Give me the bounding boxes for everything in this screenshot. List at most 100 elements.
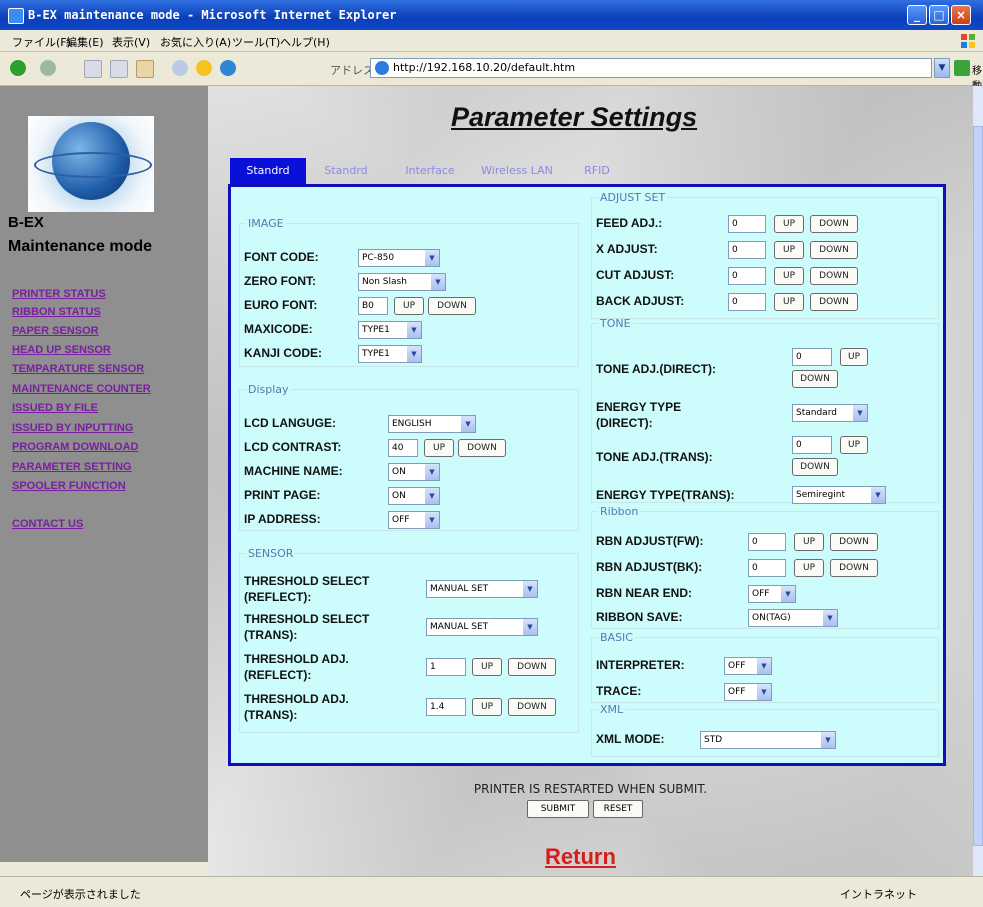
ip-address-select[interactable]: OFF ▼ (388, 511, 440, 529)
lcd-contrast-up-button[interactable]: UP (424, 439, 454, 457)
rbn-adjust-bk-up-button[interactable]: UP (794, 559, 824, 577)
go-arrow-icon[interactable] (954, 60, 970, 76)
lcd-contrast-down-button[interactable]: DOWN (458, 439, 506, 457)
stop-icon[interactable] (84, 60, 102, 78)
cut-adjust-down-button[interactable]: DOWN (810, 267, 858, 285)
back-icon[interactable] (10, 60, 26, 76)
menu-file[interactable]: ファイル(F) (12, 34, 71, 50)
address-input[interactable]: http://192.168.10.20/default.htm (370, 58, 932, 78)
cut-adjust-up-button[interactable]: UP (774, 267, 804, 285)
address-dropdown-icon[interactable]: ▼ (934, 58, 950, 78)
submit-button[interactable]: SUBMIT (527, 800, 589, 818)
threshold-trans-up-button[interactable]: UP (472, 698, 502, 716)
tone-direct-input[interactable]: 0 (792, 348, 832, 366)
close-button[interactable]: × (951, 5, 971, 25)
maximize-button[interactable]: □ (929, 5, 949, 25)
energy-type-direct-select[interactable]: Standard ▼ (792, 404, 868, 422)
feed-adj-input[interactable]: 0 (728, 215, 766, 233)
rbn-adjust-bk-input[interactable]: 0 (748, 559, 786, 577)
tab-wireless-lan[interactable]: Wireless LAN (474, 158, 560, 184)
x-adjust-input[interactable]: 0 (728, 241, 766, 259)
threshold-select-trans[interactable]: MANUAL SET ▼ (426, 618, 538, 636)
rbn-adjust-fw-up-button[interactable]: UP (794, 533, 824, 551)
threshold-reflect-up-button[interactable]: UP (472, 658, 502, 676)
tab-standrd-1[interactable]: Standrd (230, 158, 306, 184)
nav-head-up-sensor[interactable]: HEAD UP SENSOR (12, 344, 111, 356)
ribbon-save-select[interactable]: ON(TAG) ▼ (748, 609, 838, 627)
nav-maintenance-counter[interactable]: MAINTENANCE COUNTER (12, 383, 151, 395)
nav-parameter-setting[interactable]: PARAMETER SETTING (12, 461, 132, 473)
rbn-near-end-select[interactable]: OFF ▼ (748, 585, 796, 603)
media-icon[interactable] (220, 60, 236, 76)
xml-mode-select[interactable]: STD ▼ (700, 731, 836, 749)
maxicode-select[interactable]: TYPE1 ▼ (358, 321, 422, 339)
forward-icon[interactable] (40, 60, 56, 76)
refresh-icon[interactable] (110, 60, 128, 78)
tab-standrd-2[interactable]: Standrd (310, 158, 382, 184)
menu-help[interactable]: ヘルプ(H) (280, 34, 330, 50)
interpreter-select[interactable]: OFF ▼ (724, 657, 772, 675)
tab-rfid[interactable]: RFID (564, 158, 630, 184)
minimize-button[interactable]: _ (907, 5, 927, 25)
nav-paper-sensor[interactable]: PAPER SENSOR (12, 325, 99, 337)
menu-favorites[interactable]: お気に入り(A) (160, 34, 231, 50)
reset-button[interactable]: RESET (593, 800, 643, 818)
nav-contact-us[interactable]: CONTACT US (12, 518, 83, 530)
lcd-contrast-input[interactable]: 40 (388, 439, 418, 457)
threshold-select-reflect[interactable]: MANUAL SET ▼ (426, 580, 538, 598)
machine-name-select[interactable]: ON ▼ (388, 463, 440, 481)
rbn-adjust-fw-down-button[interactable]: DOWN (830, 533, 878, 551)
print-page-select[interactable]: ON ▼ (388, 487, 440, 505)
x-adjust-up-button[interactable]: UP (774, 241, 804, 259)
menu-view[interactable]: 表示(V) (112, 34, 150, 50)
lcd-language-select[interactable]: ENGLISH ▼ (388, 415, 476, 433)
chevron-down-icon: ▼ (425, 250, 439, 266)
menu-edit[interactable]: 編集(E) (66, 34, 104, 50)
nav-temparature-sensor[interactable]: TEMPARATURE SENSOR (12, 363, 144, 375)
energy-type-trans-select[interactable]: Semiregint ▼ (792, 486, 886, 504)
return-link[interactable]: Return (545, 844, 616, 870)
nav-spooler-function[interactable]: SPOOLER FUNCTION (12, 480, 126, 492)
tone-direct-down-button[interactable]: DOWN (792, 370, 838, 388)
tone-trans-down-button[interactable]: DOWN (792, 458, 838, 476)
back-adjust-up-button[interactable]: UP (774, 293, 804, 311)
back-adjust-input[interactable]: 0 (728, 293, 766, 311)
favorites-icon[interactable] (196, 60, 212, 76)
feed-adj-down-button[interactable]: DOWN (810, 215, 858, 233)
kanji-code-select[interactable]: TYPE1 ▼ (358, 345, 422, 363)
scrollbar-thumb[interactable] (973, 126, 983, 846)
threshold-adj-reflect-input[interactable]: 1 (426, 658, 466, 676)
nav-issued-by-inputting[interactable]: ISSUED BY INPUTTING (12, 422, 133, 434)
menu-tools[interactable]: ツール(T) (232, 34, 280, 50)
euro-font-input[interactable]: B0 (358, 297, 388, 315)
feed-adj-label: FEED ADJ.: (596, 216, 663, 230)
tab-interface[interactable]: Interface (388, 158, 472, 184)
cut-adjust-input[interactable]: 0 (728, 267, 766, 285)
rbn-adjust-fw-input[interactable]: 0 (748, 533, 786, 551)
ie-app-icon (8, 8, 24, 24)
nav-ribbon-status[interactable]: RIBBON STATUS (12, 306, 101, 318)
euro-font-down-button[interactable]: DOWN (428, 297, 476, 315)
tone-trans-up-button[interactable]: UP (840, 436, 868, 454)
x-adjust-down-button[interactable]: DOWN (810, 241, 858, 259)
threshold-adj-trans-input[interactable]: 1.4 (426, 698, 466, 716)
font-code-select[interactable]: PC-850 ▼ (358, 249, 440, 267)
euro-font-up-button[interactable]: UP (394, 297, 424, 315)
vertical-scrollbar[interactable] (973, 86, 983, 876)
rbn-adjust-bk-down-button[interactable]: DOWN (830, 559, 878, 577)
threshold-trans-down-button[interactable]: DOWN (508, 698, 556, 716)
trace-select[interactable]: OFF ▼ (724, 683, 772, 701)
energy-direct-label-2: (DIRECT): (596, 416, 653, 430)
home-icon[interactable] (136, 60, 154, 78)
back-adjust-down-button[interactable]: DOWN (810, 293, 858, 311)
nav-printer-status[interactable]: PRINTER STATUS (12, 288, 106, 300)
search-icon[interactable] (172, 60, 188, 76)
zero-font-select[interactable]: Non Slash ▼ (358, 273, 446, 291)
nav-program-download[interactable]: PROGRAM DOWNLOAD (12, 441, 139, 453)
tone-direct-up-button[interactable]: UP (840, 348, 868, 366)
feed-adj-up-button[interactable]: UP (774, 215, 804, 233)
tone-trans-input[interactable]: 0 (792, 436, 832, 454)
threshold-reflect-down-button[interactable]: DOWN (508, 658, 556, 676)
nav-issued-by-file[interactable]: ISSUED BY FILE (12, 402, 98, 414)
sidebar-horizontal-scrollbar[interactable] (0, 862, 208, 876)
